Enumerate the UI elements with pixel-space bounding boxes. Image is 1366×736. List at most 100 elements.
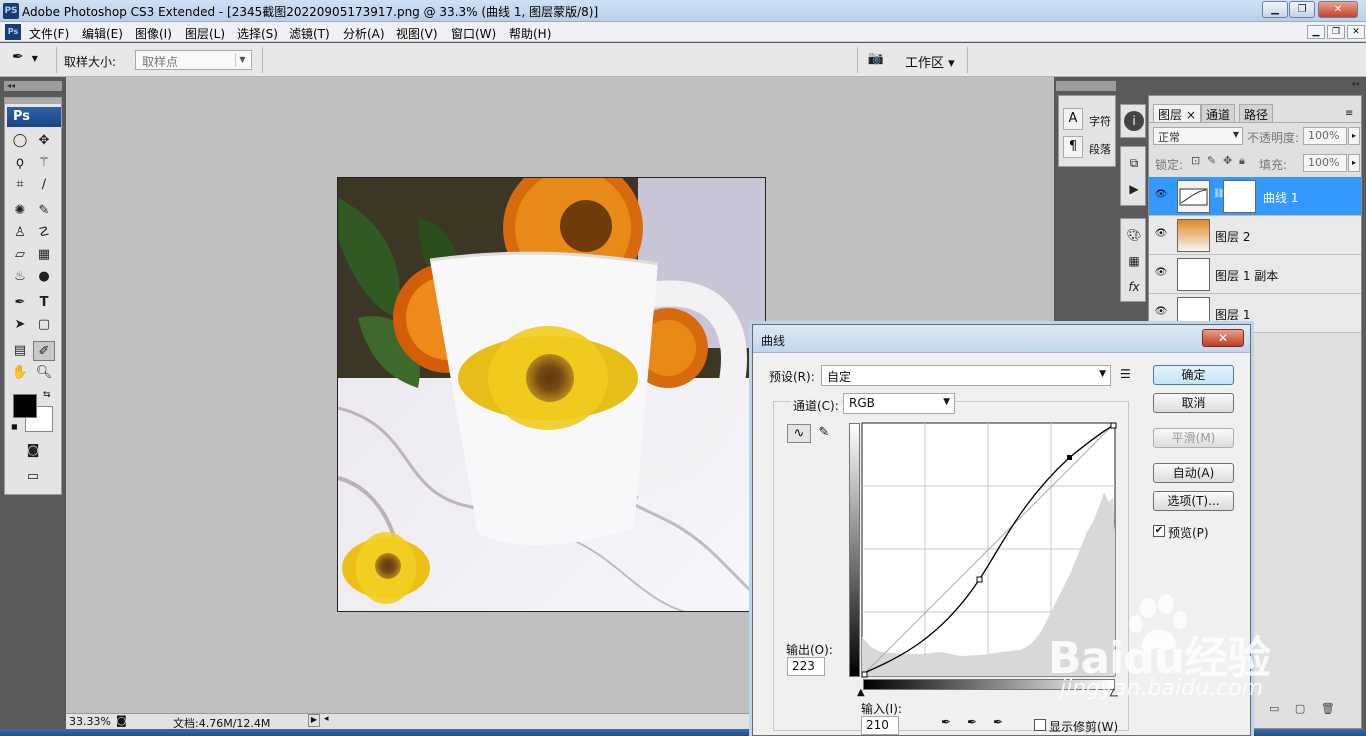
foreground-color-swatch[interactable] — [13, 394, 37, 418]
quick-mask-icon[interactable]: ◙ — [22, 441, 44, 461]
menu-image[interactable]: 图像(I) — [135, 25, 172, 42]
swatches-icon[interactable]: ▦ — [1124, 251, 1144, 271]
channel-select[interactable]: RGB ▼ — [843, 393, 955, 414]
magic-wand-icon[interactable]: ⚚ — [33, 153, 55, 173]
layer-row[interactable]: 👁︎ ⛓ 曲线 1 — [1149, 177, 1361, 216]
white-eyedropper-icon[interactable]: ✒ — [993, 715, 1003, 729]
blend-mode-select[interactable]: 正常 ▼ — [1153, 127, 1243, 145]
swap-colors-icon[interactable]: ⇆ — [43, 390, 51, 400]
menu-filter[interactable]: 滤镜(T) — [289, 25, 330, 42]
zoom-level[interactable]: 33.33% — [69, 715, 111, 728]
dialog-titlebar[interactable]: 曲线 — [753, 325, 1250, 353]
styles-icon[interactable]: fx — [1124, 277, 1144, 297]
new-layer-icon[interactable]: ▢ — [1295, 702, 1305, 715]
opacity-input[interactable]: 100% — [1303, 127, 1347, 145]
blur-tool-icon[interactable]: ♨ — [9, 267, 31, 287]
hand-tool-icon[interactable]: ✋ — [9, 363, 31, 383]
collapse-icon[interactable]: ◂◂ — [1149, 78, 1363, 90]
dodge-tool-icon[interactable]: ● — [33, 267, 55, 287]
sample-size-select[interactable]: 取样点 ▼ — [135, 50, 252, 70]
default-colors-icon[interactable]: ◼ — [11, 422, 18, 431]
eraser-tool-icon[interactable]: ▱ — [9, 245, 31, 265]
fill-slider-arrow-icon[interactable]: ▸ — [1348, 154, 1360, 172]
new-group-icon[interactable]: ▭ — [1269, 702, 1279, 715]
collapse-icon[interactable]: ◂◂ — [4, 81, 62, 91]
tab-paths[interactable]: 路径 — [1239, 104, 1274, 122]
opacity-slider-arrow-icon[interactable]: ▸ — [1348, 127, 1360, 145]
smooth-button[interactable]: 平滑(M) — [1153, 428, 1234, 448]
document-canvas[interactable] — [337, 177, 766, 612]
path-selection-icon[interactable]: ➤ — [9, 315, 31, 335]
doc-restore-button[interactable]: ❐ — [1327, 25, 1345, 39]
zoom-tool-icon[interactable]: 🔍︎ — [33, 363, 55, 383]
doc-minimize-button[interactable]: ▁ — [1307, 25, 1325, 39]
type-tool-icon[interactable]: T — [33, 293, 55, 313]
doc-close-button[interactable]: ✕ — [1347, 25, 1365, 39]
auto-button[interactable]: 自动(A) — [1153, 463, 1234, 483]
toolbox-header[interactable] — [5, 98, 61, 104]
curve-point-edit-icon[interactable]: ∿ — [787, 424, 811, 443]
lock-image-icon[interactable]: ✎ — [1207, 154, 1216, 167]
bridge-icon[interactable]: 📷 — [865, 51, 887, 69]
delete-layer-icon[interactable]: 🗑︎ — [1321, 702, 1335, 715]
preset-options-icon[interactable]: ☰ — [1120, 367, 1131, 381]
screen-mode-icon[interactable]: ▭ — [22, 467, 44, 487]
options-button[interactable]: 选项(T)... — [1153, 491, 1234, 511]
lock-all-icon[interactable]: 🔒︎ — [1239, 154, 1245, 168]
healing-brush-icon[interactable]: ✺ — [9, 201, 31, 221]
close-button[interactable]: ✕ — [1318, 1, 1358, 18]
visibility-eye-icon[interactable]: 👁︎ — [1153, 267, 1169, 281]
visibility-eye-icon[interactable]: 👁︎ — [1153, 189, 1169, 203]
preset-select[interactable]: 自定 ▼ — [821, 365, 1111, 386]
lock-position-icon[interactable]: ✥ — [1223, 154, 1232, 167]
notes-tool-icon[interactable]: ▤ — [9, 341, 31, 361]
layer-mask-thumbnail[interactable] — [1223, 180, 1256, 213]
document-icon[interactable]: Ps — [5, 24, 21, 40]
cancel-button[interactable]: 取消 — [1153, 393, 1234, 413]
tab-layers[interactable]: 图层 × — [1153, 104, 1201, 122]
tab-channels[interactable]: 通道 — [1201, 104, 1236, 122]
menu-view[interactable]: 视图(V) — [396, 25, 438, 42]
panel-menu-icon[interactable]: ≡ — [1345, 108, 1353, 119]
menu-window[interactable]: 窗口(W) — [451, 25, 496, 42]
move-tool-icon[interactable]: ✥ — [33, 131, 55, 151]
status-menu-arrow-icon[interactable]: ▶ — [308, 714, 320, 727]
gray-eyedropper-icon[interactable]: ✒ — [967, 715, 977, 729]
menu-select[interactable]: 选择(S) — [237, 25, 278, 42]
menu-file[interactable]: 文件(F) — [29, 25, 69, 42]
history-icon[interactable]: ⧉ — [1124, 153, 1144, 173]
menu-analysis[interactable]: 分析(A) — [343, 25, 385, 42]
clone-stamp-icon[interactable]: ♙ — [9, 223, 31, 243]
black-eyedropper-icon[interactable]: ✒ — [941, 715, 951, 729]
preview-checkbox[interactable]: ✔ — [1153, 525, 1165, 537]
gradient-tool-icon[interactable]: ▦ — [33, 245, 55, 265]
maximize-button[interactable]: ❐ — [1289, 1, 1315, 18]
fill-input[interactable]: 100% — [1303, 154, 1347, 172]
ok-button[interactable]: 确定 — [1153, 365, 1234, 385]
color-palette-icon[interactable]: 🎨︎ — [1124, 225, 1144, 245]
eyedropper-tool-icon[interactable]: ✐ — [33, 341, 55, 361]
brush-tool-icon[interactable]: ✎ — [33, 201, 55, 221]
lasso-tool-icon[interactable]: ϙ — [9, 153, 31, 173]
eyedropper-tool-preset[interactable]: ✒ ▼ — [12, 49, 52, 71]
menu-help[interactable]: 帮助(H) — [509, 25, 551, 42]
close-icon[interactable]: × — [1186, 108, 1196, 122]
pen-tool-icon[interactable]: ✒ — [9, 293, 31, 313]
layer-row[interactable]: 👁︎ 图层 2 — [1149, 216, 1361, 255]
visibility-eye-icon[interactable]: 👁︎ — [1153, 306, 1169, 320]
minimize-button[interactable]: ▁ — [1262, 1, 1288, 18]
dock-header[interactable] — [1056, 81, 1116, 91]
status-menu-icon[interactable]: ◙ — [116, 714, 127, 727]
show-clipping-checkbox[interactable] — [1034, 719, 1046, 731]
paragraph-panel-button[interactable]: ¶ 段落 — [1063, 136, 1115, 160]
crop-tool-icon[interactable]: ⌗ — [9, 175, 31, 195]
info-icon[interactable]: i — [1124, 111, 1144, 131]
scroll-left-icon[interactable]: ◂ — [324, 714, 329, 724]
menu-layer[interactable]: 图层(L) — [185, 25, 225, 42]
input-input[interactable]: 210 — [861, 716, 899, 735]
visibility-eye-icon[interactable]: 👁︎ — [1153, 228, 1169, 242]
output-input[interactable]: 223 — [787, 657, 825, 676]
dialog-close-button[interactable]: ✕ — [1202, 329, 1244, 347]
workspace-menu[interactable]: 工作区 ▾ — [905, 52, 955, 71]
marquee-tool-icon[interactable]: ◯ — [9, 131, 31, 151]
